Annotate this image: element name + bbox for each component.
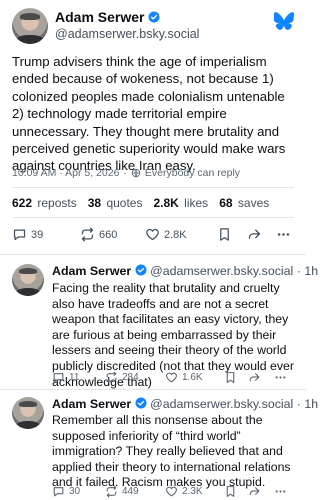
bookmark-button[interactable] (217, 227, 232, 242)
more-icon (277, 233, 290, 236)
quotes-count: 38 (87, 196, 102, 210)
like-count: 2.8K (164, 228, 187, 241)
heart-icon (166, 486, 177, 497)
likes-count: 2.8K (153, 196, 179, 210)
author-handle[interactable]: @adamserwer.bsky.social (150, 264, 293, 278)
divider (12, 217, 294, 218)
share-icon (249, 487, 260, 496)
more-options-button[interactable] (274, 485, 287, 498)
likes-stat[interactable]: 2.8K likes (153, 196, 208, 210)
heart-icon (166, 372, 177, 383)
saves-label: saves (237, 196, 270, 210)
like-count: 1.6K (182, 372, 203, 383)
reply-count: 30 (69, 486, 81, 497)
likes-label: likes (184, 196, 209, 210)
verified-badge-icon (135, 264, 147, 276)
reply-header: Adam Serwer @adamserwer.bsky.social · 1h (52, 397, 318, 411)
more-icon (275, 376, 286, 379)
repost-button[interactable]: 284 (105, 371, 139, 384)
bookmark-icon (226, 486, 235, 497)
post-text: Trump advisers think the age of imperial… (12, 54, 286, 174)
author-name[interactable]: Adam Serwer (52, 264, 131, 278)
divider (0, 389, 306, 390)
reply-icon (13, 229, 26, 241)
reply-setting: Everybody can reply (144, 167, 241, 179)
more-icon (275, 490, 286, 493)
bookmark-icon (220, 228, 229, 241)
post-actions: 11 284 1.6K (52, 371, 292, 387)
author-handle[interactable]: @adamserwer.bsky.social (55, 27, 199, 41)
bookmark-icon (226, 372, 235, 383)
post-time[interactable]: · 1h (297, 397, 318, 411)
author-name[interactable]: Adam Serwer (52, 397, 131, 411)
saves-stat[interactable]: 68 saves (219, 196, 269, 210)
divider (12, 187, 294, 188)
verified-badge-icon (148, 11, 160, 23)
reply-button[interactable]: 11 (52, 371, 79, 384)
bookmark-button[interactable] (224, 371, 237, 384)
repost-button[interactable]: 660 (80, 227, 117, 242)
post-time[interactable]: · 1h (297, 264, 318, 278)
post-timestamp[interactable]: 10:09 AM · Apr 5, 2026 (12, 167, 119, 179)
bluesky-logo-icon[interactable] (274, 12, 294, 30)
bookmark-button[interactable] (224, 485, 237, 498)
repost-count: 660 (99, 228, 118, 241)
reposts-stat[interactable]: 622 reposts (12, 196, 77, 210)
meta-separator: · (123, 167, 127, 179)
verified-badge-icon (135, 397, 147, 409)
repost-icon (81, 227, 94, 242)
avatar[interactable] (12, 8, 48, 44)
post-actions: 39 660 2.8K (12, 227, 294, 245)
author-name[interactable]: Adam Serwer (55, 9, 144, 25)
repost-count: 449 (122, 486, 139, 497)
repost-count: 284 (122, 372, 139, 383)
reposts-count: 622 (12, 196, 33, 210)
like-button[interactable]: 2.8K (145, 227, 187, 242)
like-count: 2.3K (182, 486, 203, 497)
reply-button[interactable]: 30 (52, 485, 80, 498)
repost-icon (106, 485, 117, 498)
divider (0, 254, 306, 255)
like-button[interactable]: 1.6K (165, 371, 203, 384)
avatar[interactable] (12, 264, 44, 296)
repost-button[interactable]: 449 (105, 485, 139, 498)
post-meta: 10:09 AM · Apr 5, 2026 · Everybody can r… (12, 167, 240, 179)
post-stats: 622 reposts 38 quotes 2.8K likes 68 save… (12, 196, 269, 210)
share-button[interactable] (247, 227, 262, 242)
reply-count: 11 (69, 372, 80, 383)
share-button[interactable] (248, 371, 261, 384)
heart-icon (146, 228, 159, 241)
share-button[interactable] (248, 485, 261, 498)
share-icon (249, 373, 260, 382)
avatar[interactable] (12, 397, 44, 429)
post-text: Remember all this nonsense about the sup… (52, 413, 291, 490)
more-options-button[interactable] (274, 371, 287, 384)
like-button[interactable]: 2.3K (165, 485, 203, 498)
post-actions: 30 449 2.3K (52, 485, 292, 500)
author-name-row[interactable]: Adam Serwer (55, 9, 160, 25)
author-handle[interactable]: @adamserwer.bsky.social (150, 397, 293, 411)
quotes-label: quotes (106, 196, 143, 210)
reply-icon (53, 373, 64, 383)
saves-count: 68 (219, 196, 233, 210)
share-icon (248, 229, 261, 239)
reposts-label: reposts (37, 196, 77, 210)
repost-icon (106, 371, 117, 384)
more-options-button[interactable] (276, 227, 291, 242)
reply-icon (53, 487, 64, 497)
globe-icon (131, 168, 141, 178)
reply-button[interactable]: 39 (12, 227, 43, 242)
reply-header: Adam Serwer @adamserwer.bsky.social · 1h (52, 264, 318, 278)
quotes-stat[interactable]: 38 quotes (88, 196, 143, 210)
reply-count: 39 (31, 228, 44, 241)
